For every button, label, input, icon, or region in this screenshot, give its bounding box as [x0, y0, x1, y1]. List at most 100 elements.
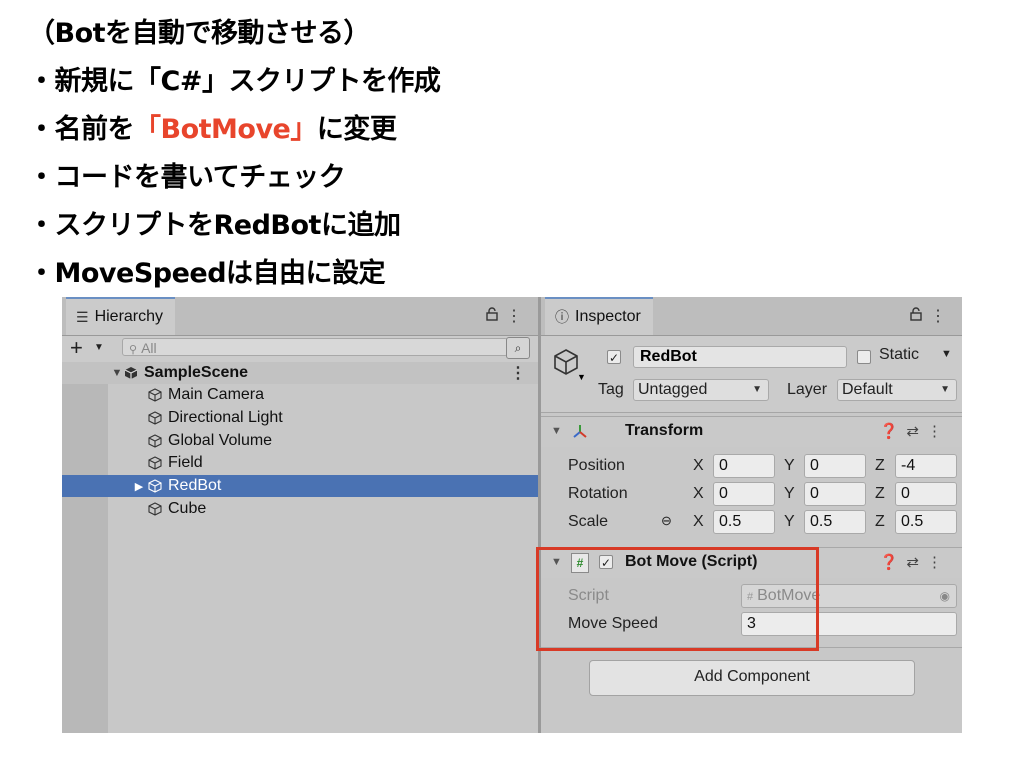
fold-arrow-icon[interactable]: ▼	[551, 425, 562, 437]
help-icon[interactable]: ❓	[880, 554, 907, 571]
list-icon: ☰	[76, 308, 89, 325]
hierarchy-lock-menu[interactable]: ⋮	[485, 306, 526, 326]
info-icon: ⓘ	[555, 309, 569, 325]
hierarchy-tabbar: ☰ Hierarchy ⋮	[62, 297, 538, 336]
layer-value: Default	[842, 381, 893, 398]
gameobject-icon	[148, 456, 162, 470]
scene-name: SampleScene	[144, 364, 249, 381]
search-by-type-button[interactable]: ⌕	[506, 337, 530, 359]
tab-inspector[interactable]: ⓘ Inspector	[545, 297, 653, 335]
tag-dropdown[interactable]: Untagged ▼	[633, 379, 769, 401]
preset-icon[interactable]: ⇄	[906, 423, 927, 440]
gameobject-icon	[148, 434, 162, 448]
chevron-down-icon[interactable]: ▼	[941, 348, 952, 360]
scale-y-field[interactable]: 0.5	[804, 510, 866, 534]
axis-y-label: Y	[784, 457, 795, 474]
kebab-menu-icon[interactable]: ⋮	[510, 363, 526, 383]
position-x-field[interactable]: 0	[713, 454, 775, 478]
slide-line-5: ・スクリプトをRedBotに追加	[28, 210, 401, 241]
gameobject-icon	[148, 502, 162, 516]
slide-line-2: ・新規に「C#」スクリプトを作成	[28, 66, 441, 97]
rotation-label: Rotation	[568, 485, 628, 502]
axis-z-label: Z	[875, 485, 885, 502]
axis-y-label: Y	[784, 485, 795, 502]
rotation-y-field[interactable]: 0	[804, 482, 866, 506]
axis-z-label: Z	[875, 457, 885, 474]
static-checkbox[interactable]	[857, 350, 871, 364]
hierarchy-item-label: RedBot	[168, 477, 222, 494]
hierarchy-item[interactable]: Field	[62, 452, 538, 474]
search-placeholder: All	[141, 340, 157, 356]
slide-line-3-post: に変更	[316, 114, 397, 145]
static-label: Static	[879, 346, 920, 363]
scene-row[interactable]: ▼ SampleScene ⋮	[62, 362, 538, 384]
scale-label: Scale	[568, 513, 609, 530]
tag-value: Untagged	[638, 381, 708, 398]
hierarchy-item-label: Field	[168, 454, 203, 471]
add-component-button[interactable]: Add Component	[589, 660, 915, 696]
hierarchy-item[interactable]: Global Volume	[62, 430, 538, 452]
object-name-field[interactable]: RedBot	[633, 346, 847, 368]
layer-label: Layer	[787, 381, 828, 398]
scale-z-field[interactable]: 0.5	[895, 510, 957, 534]
hierarchy-item[interactable]: Main Camera	[62, 384, 538, 406]
active-checkbox[interactable]: ✓	[607, 350, 621, 365]
chevron-down-icon[interactable]: ▼	[577, 372, 586, 382]
axis-x-label: X	[693, 457, 704, 474]
hierarchy-item-selected[interactable]: ▶ RedBot	[62, 475, 538, 497]
kebab-menu-icon[interactable]: ⋮	[506, 308, 526, 325]
unity-scene-icon	[124, 367, 138, 379]
tab-hierarchy[interactable]: ☰ Hierarchy	[66, 297, 176, 335]
inspector-panel: ⓘ Inspector ⋮ ▼ ✓ RedBot Static ▼ Tag Un…	[541, 297, 962, 733]
axis-z-label: Z	[875, 513, 885, 530]
highlight-callout-box	[536, 547, 819, 651]
object-header: ▼ ✓ RedBot Static ▼ Tag Untagged ▼ Layer …	[541, 336, 962, 413]
rotation-z-field[interactable]: 0	[895, 482, 957, 506]
component-tools: ❓⇄⋮	[880, 553, 950, 571]
layer-dropdown[interactable]: Default ▼	[837, 379, 957, 401]
rotation-x-field[interactable]: 0	[713, 482, 775, 506]
inspector-lock-menu[interactable]: ⋮	[909, 306, 950, 326]
kebab-menu-icon[interactable]: ⋮	[927, 423, 950, 440]
scale-x-field[interactable]: 0.5	[713, 510, 775, 534]
slide-instructions: （Botを自動で移動させる） ・新規に「C#」スクリプトを作成 ・名前を「Bot…	[28, 14, 441, 302]
position-z-field[interactable]: -4	[895, 454, 957, 478]
slide-line-6: ・MoveSpeedは自由に設定	[28, 258, 386, 289]
transform-title: Transform	[625, 422, 704, 439]
tab-inspector-label: Inspector	[575, 308, 641, 325]
position-y-field[interactable]: 0	[804, 454, 866, 478]
tag-label: Tag	[598, 381, 624, 398]
hierarchy-item-label: Global Volume	[168, 432, 273, 449]
chevron-down-icon: ▼	[752, 384, 762, 395]
hierarchy-panel: ☰ Hierarchy ⋮ + ▼ ⚲All ⌕ ▼ SampleScene	[62, 297, 538, 733]
transform-header[interactable]: ▼ Transform ❓⇄⋮	[541, 416, 962, 447]
gameobject-icon	[148, 388, 162, 402]
object-picker-icon[interactable]: ◉	[940, 585, 950, 607]
expand-arrow-icon[interactable]: ▼	[110, 367, 124, 379]
slide-line-3-pre: ・名前を	[28, 114, 135, 145]
link-icon[interactable]: ⊖	[661, 513, 672, 529]
lock-icon[interactable]	[909, 307, 930, 325]
hierarchy-toolbar: + ▼ ⚲ All ⌕	[62, 336, 538, 362]
hierarchy-item[interactable]: Directional Light	[62, 407, 538, 429]
gameobject-icon	[148, 479, 162, 493]
unity-editor: ☰ Hierarchy ⋮ + ▼ ⚲All ⌕ ▼ SampleScene	[62, 297, 962, 733]
slide-line-4: ・コードを書いてチェック	[28, 162, 346, 193]
hierarchy-item[interactable]: Cube	[62, 498, 538, 520]
lock-icon[interactable]	[485, 307, 506, 325]
gameobject-icon	[148, 411, 162, 425]
kebab-menu-icon[interactable]: ⋮	[927, 554, 950, 571]
preset-icon[interactable]: ⇄	[906, 554, 927, 571]
axis-x-label: X	[693, 485, 704, 502]
expand-arrow-icon[interactable]: ▶	[132, 480, 146, 493]
help-icon[interactable]: ❓	[880, 423, 907, 440]
hierarchy-item-label: Cube	[168, 500, 207, 517]
gameobject-icon[interactable]	[553, 348, 579, 376]
add-icon[interactable]: +	[70, 336, 83, 360]
kebab-menu-icon[interactable]: ⋮	[930, 308, 950, 325]
chevron-down-icon[interactable]: ▼	[94, 342, 104, 353]
axis-x-label: X	[693, 513, 704, 530]
hierarchy-item-label: Directional Light	[168, 409, 283, 426]
transform-icon	[573, 425, 587, 438]
hierarchy-search-input[interactable]: ⚲ All	[122, 338, 508, 356]
